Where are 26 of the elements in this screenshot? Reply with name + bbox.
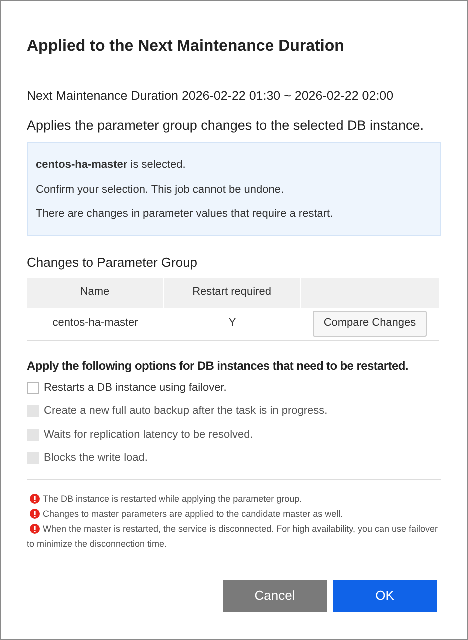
- compare-changes-button[interactable]: Compare Changes: [312, 310, 428, 336]
- warning-icon: [30, 494, 40, 504]
- info-text: Confirm your selection. This job cannot be undone.: [36, 182, 286, 198]
- section-title: Apply the following options for DB instances that need to be restarted.: [27, 358, 410, 374]
- cancel-button[interactable]: Cancel: [223, 580, 327, 612]
- ok-button[interactable]: OK: [333, 580, 437, 612]
- column-header: Name: [27, 278, 164, 308]
- info-text: There are changes in parameter values that require a restart.: [36, 207, 334, 222]
- maintenance-duration: Next Maintenance Duration 2026-02-22 01:30 ~ 2026-02-22 02:00: [27, 88, 395, 105]
- warning-note: The DB instance is restarted while applying the parameter group.: [27, 492, 441, 506]
- table-cell: centos-ha-master: [27, 308, 164, 340]
- warning-icon: [30, 508, 40, 518]
- table-cell: Y: [164, 308, 301, 340]
- column-header: Restart required: [164, 278, 301, 308]
- option-label: Waits for replication latency to be resolved.: [44, 428, 254, 442]
- warning-note: When the master is restarted, the service is disconnected. For high availability, you can use failover to minimize the disconnection time.: [27, 522, 440, 550]
- warning-icon: [30, 524, 40, 534]
- option-label: Restarts a DB instance using failover.: [44, 380, 227, 396]
- checkbox[interactable]: [27, 382, 39, 394]
- dialog-title: Applied to the Next Maintenance Duration: [27, 37, 346, 57]
- section-title: Changes to Parameter Group: [27, 254, 199, 272]
- info-text: centos-ha-master is selected.: [36, 158, 187, 173]
- warning-note: Changes to master parameters are applied to the candidate master as well.: [27, 506, 441, 522]
- option-label: Blocks the write load.: [44, 451, 148, 466]
- description: Applies the parameter group changes to the selected DB instance.: [27, 116, 425, 135]
- option-label: Create a new full auto backup after the task is in progress.: [44, 404, 328, 419]
